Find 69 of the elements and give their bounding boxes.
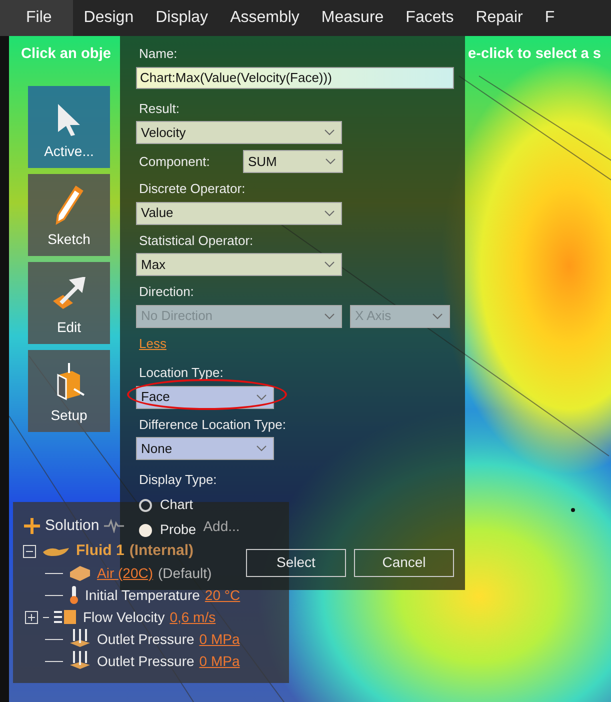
value-link[interactable]: 20 °C	[204, 584, 240, 606]
value-link[interactable]: Air (20C)	[97, 562, 154, 584]
thermometer-icon	[68, 585, 80, 605]
field-label: Difference Location Type:	[139, 416, 286, 434]
hint-text: e-click to select a s	[468, 45, 602, 64]
field-label: Location Type:	[139, 364, 224, 382]
menu-item[interactable]: Assembly	[219, 0, 310, 36]
tree-item-label: Flow Velocity	[83, 608, 165, 627]
field-label: Result:	[139, 100, 180, 118]
waveform-icon[interactable]	[104, 519, 124, 533]
flow-icon	[54, 607, 78, 627]
field-label: Name:	[139, 45, 178, 63]
dropdown[interactable]: Face	[136, 386, 274, 408]
hint-text: Click an obje	[21, 45, 112, 64]
cursor-icon	[56, 103, 82, 137]
menu-item[interactable]: File	[0, 0, 73, 36]
radio-label: Probe	[160, 520, 196, 539]
tool-button[interactable]: Sketch	[28, 174, 110, 256]
radio-label: Chart	[160, 496, 194, 514]
point-marker	[571, 508, 575, 512]
tree-item-note: (Default)	[158, 564, 212, 583]
solution-label[interactable]: Solution	[45, 514, 100, 538]
brick-icon	[68, 564, 92, 582]
pressure-icon	[68, 651, 92, 671]
less-link[interactable]: Less	[139, 334, 166, 353]
tool-button[interactable]: Edit	[28, 262, 110, 344]
expander-icon[interactable]	[25, 610, 38, 624]
menu-item[interactable]: Repair	[464, 0, 534, 36]
tool-button[interactable]: Active...	[28, 86, 110, 168]
dropdown[interactable]: Value	[136, 202, 342, 224]
field-label: Display Type:	[139, 471, 218, 489]
plus-icon[interactable]	[23, 517, 41, 535]
field-label: Discrete Operator:	[139, 180, 246, 198]
name-field[interactable]: Chart:Max(Value(Velocity(Face)))	[136, 66, 454, 88]
chevron-icon	[324, 210, 335, 216]
tree-item-label: Outlet Pressure	[97, 652, 194, 670]
chevron-icon	[432, 312, 443, 320]
dialog-button[interactable]: Select	[246, 548, 346, 576]
chevron-icon	[256, 394, 267, 400]
menu-item[interactable]: Display	[144, 0, 220, 36]
chevron-icon	[324, 312, 335, 320]
value-link[interactable]: 0,6 m/s	[170, 606, 216, 628]
value-link[interactable]: 0 MPa	[199, 628, 240, 650]
pencil-icon	[54, 185, 84, 225]
expander-icon[interactable]	[23, 544, 36, 558]
tool-button[interactable]: Setup	[28, 350, 110, 432]
chevron-icon	[324, 129, 335, 136]
dropdown[interactable]: None	[136, 437, 274, 460]
dialog-button[interactable]: Cancel	[354, 548, 454, 576]
tree-item-label: Outlet Pressure	[97, 630, 194, 648]
menu-item[interactable]: Design	[72, 0, 145, 36]
chevron-icon	[325, 158, 336, 165]
tree-item-note: (Internal)	[129, 540, 194, 561]
value-link[interactable]: 0 MPa	[199, 650, 240, 672]
radio-button[interactable]	[139, 498, 152, 512]
dropdown[interactable]: Velocity	[136, 121, 342, 144]
field-label: Statistical Operator:	[139, 232, 254, 250]
field-label: Direction:	[139, 283, 194, 301]
menu-item[interactable]: F	[534, 0, 566, 36]
tree-item-label: Initial Temperature	[85, 586, 200, 605]
field-label: Component:	[139, 152, 211, 171]
menu-item[interactable]: Measure	[310, 0, 395, 36]
pressure-icon	[68, 629, 92, 649]
chevron-icon	[256, 445, 267, 452]
dropdown[interactable]: SUM	[243, 150, 343, 173]
dropdown[interactable]: Max	[136, 253, 342, 276]
chevron-icon	[324, 261, 335, 268]
menu-item[interactable]: Facets	[394, 0, 465, 36]
tree-item-label: Fluid 1	[76, 540, 124, 561]
